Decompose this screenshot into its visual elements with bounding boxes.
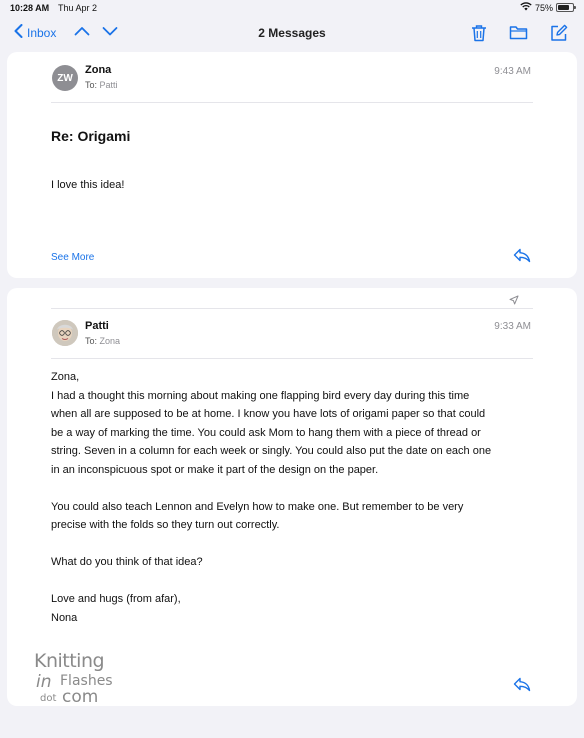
body-line: What do you think of that idea? [51, 556, 203, 568]
status-date: Thu Apr 2 [58, 3, 98, 13]
battery-icon [556, 3, 576, 12]
watermark-text: com [62, 687, 99, 707]
watermark-text: Knitting [34, 650, 105, 672]
status-right: 75% [520, 2, 576, 13]
sender-name: Patti [85, 320, 109, 332]
avatar [52, 320, 78, 346]
body-line: string. Seven in a column for each week … [51, 445, 492, 457]
reply-icon[interactable] [513, 248, 531, 268]
body-line: Love and hugs (from afar), [51, 593, 181, 605]
battery-percent: 75% [534, 2, 553, 13]
avatar: ZW [52, 65, 78, 91]
body-line: Zona, [51, 371, 80, 383]
body-line: be a way of marking the time. You could … [51, 426, 481, 439]
reply-icon[interactable] [513, 677, 531, 697]
nav-actions [471, 24, 568, 42]
top-divider [51, 308, 533, 309]
see-more-link[interactable]: See More [51, 252, 94, 263]
body-line: I love this idea! [51, 179, 125, 191]
header-divider [51, 102, 533, 103]
nav-bar: Inbox 2 Messages [0, 18, 584, 50]
to-label: To: [85, 80, 98, 90]
watermark-logo: Knitting in Flashes dot com [34, 650, 124, 708]
watermark-text: in [36, 672, 52, 692]
recipient-line[interactable]: To: Patti [85, 80, 118, 90]
status-time: 10:28 AM [10, 3, 50, 13]
body-line: when all are supposed to be at home. I k… [51, 408, 486, 420]
sender-name: Zona [85, 64, 112, 76]
to-label: To: [85, 336, 98, 346]
message-time: 9:33 AM [494, 321, 531, 332]
body-line: I had a thought this morning about makin… [51, 389, 470, 402]
folder-icon[interactable] [509, 24, 528, 42]
compose-icon[interactable] [550, 24, 568, 42]
message-body: Zona, I had a thought this morning about… [51, 368, 491, 627]
status-bar: 10:28 AM Thu Apr 2 75% [0, 0, 584, 18]
header-divider [51, 358, 533, 359]
message-card-patti[interactable]: Patti To: Zona 9:33 AM Zona, I had a tho… [7, 288, 577, 706]
body-line: in an inconspicuous spot or make it part… [51, 463, 379, 476]
trash-icon[interactable] [471, 24, 487, 42]
recipient-line[interactable]: To: Zona [85, 336, 120, 346]
message-time: 9:43 AM [494, 66, 531, 77]
message-subject: Re: Origami [51, 128, 131, 144]
wifi-icon [520, 2, 532, 13]
body-line: You could also teach Lennon and Evelyn h… [51, 500, 464, 513]
recipient-name: Patti [99, 80, 118, 90]
message-body: I love this idea! [51, 176, 124, 195]
recipient-name: Zona [99, 336, 121, 346]
message-card-zona[interactable]: ZW Zona To: Patti 9:43 AM Re: Origami I … [7, 52, 577, 278]
body-line: precise with the folds so they turn out … [51, 519, 280, 531]
body-line: Nona [51, 611, 78, 624]
watermark-text: dot [40, 693, 57, 704]
